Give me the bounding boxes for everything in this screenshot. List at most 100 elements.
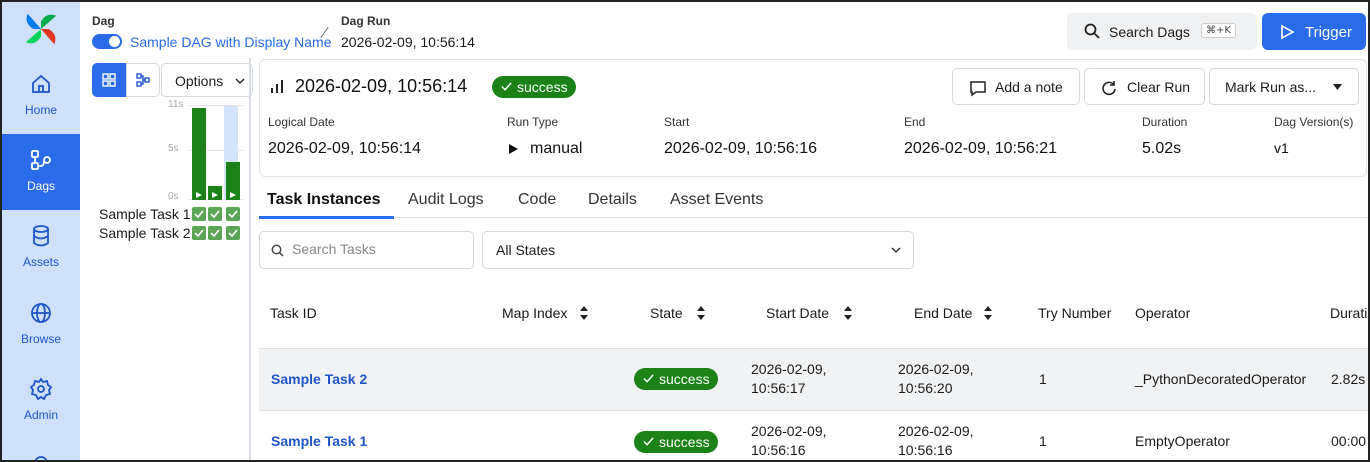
globe-icon bbox=[31, 303, 51, 323]
column-header-end-date[interactable]: End Date bbox=[914, 305, 972, 321]
sort-icon[interactable] bbox=[696, 305, 706, 321]
check-icon bbox=[210, 210, 220, 219]
start-time-line: 10:56:16 bbox=[751, 442, 806, 458]
start-date-line: 2026-02-09, bbox=[751, 361, 827, 377]
task-state-badge: success bbox=[634, 368, 718, 390]
column-header-state[interactable]: State bbox=[650, 305, 683, 321]
meta-version-label: Dag Version(s) bbox=[1274, 115, 1354, 129]
task-instance-cell[interactable] bbox=[192, 226, 206, 240]
breadcrumb-run-label: Dag Run bbox=[341, 14, 391, 28]
task-instance-cell[interactable] bbox=[226, 226, 240, 240]
task-state-text: success bbox=[659, 434, 710, 450]
chevron-down-icon bbox=[235, 78, 245, 85]
nav-dags[interactable]: Dags bbox=[2, 134, 80, 210]
sort-icon[interactable] bbox=[579, 305, 589, 321]
breadcrumb-dag-link[interactable]: Sample DAG with Display Name bbox=[130, 34, 332, 50]
caret-down-icon bbox=[1333, 84, 1342, 90]
search-tasks-field[interactable] bbox=[259, 231, 474, 269]
nav-home-label: Home bbox=[24, 103, 57, 117]
end-time-line: 10:56:16 bbox=[898, 442, 953, 458]
operator-cell: _PythonDecoratedOperator bbox=[1135, 371, 1307, 387]
tabs-baseline bbox=[259, 217, 1368, 218]
refresh-icon bbox=[1102, 81, 1116, 96]
task-instance-cell[interactable] bbox=[208, 207, 222, 221]
column-header-task-id[interactable]: Task ID bbox=[270, 305, 317, 321]
tab-details[interactable]: Details bbox=[588, 191, 637, 209]
column-header-start-date[interactable]: Start Date bbox=[766, 305, 829, 321]
grid-view-button[interactable] bbox=[92, 63, 126, 97]
search-icon bbox=[1084, 23, 1100, 39]
trigger-label: Trigger bbox=[1305, 24, 1352, 41]
column-header-duration[interactable]: Durati bbox=[1330, 305, 1367, 321]
app-window: Home Dags Assets Browse Admin Dag Sample… bbox=[0, 0, 1370, 462]
database-icon bbox=[33, 225, 49, 247]
run-title: 2026-02-09, 10:56:14 bbox=[295, 76, 468, 96]
meta-version: v1 bbox=[1274, 140, 1289, 156]
grid-task-name[interactable]: Sample Task 1 bbox=[99, 206, 191, 222]
play-icon bbox=[1281, 24, 1295, 40]
search-shortcut: ⌘+K bbox=[1201, 23, 1236, 38]
nav-assets[interactable]: Assets bbox=[2, 210, 80, 286]
options-dropdown[interactable]: Options bbox=[161, 63, 253, 97]
nav-admin[interactable]: Admin bbox=[2, 363, 80, 439]
dag-pause-toggle[interactable] bbox=[92, 34, 122, 49]
manual-run-icon bbox=[230, 192, 236, 198]
nav-browse-label: Browse bbox=[20, 332, 61, 346]
duration-cell: 00:00 bbox=[1331, 433, 1367, 449]
task-instance-cell[interactable] bbox=[226, 207, 240, 221]
operator-cell: EmptyOperator bbox=[1135, 433, 1230, 449]
mark-run-as-dropdown[interactable]: Mark Run as... bbox=[1209, 68, 1359, 105]
manual-run-icon bbox=[212, 192, 218, 198]
run-duration-bar[interactable] bbox=[208, 186, 222, 200]
end-time-line: 10:56:20 bbox=[898, 380, 953, 396]
run-state-text: success bbox=[517, 79, 568, 95]
manual-play-icon bbox=[509, 144, 518, 154]
task-instance-cell[interactable] bbox=[192, 207, 206, 221]
check-icon bbox=[643, 374, 654, 383]
meta-duration: 5.02s bbox=[1142, 140, 1182, 157]
task-id-link[interactable]: Sample Task 2 bbox=[271, 371, 367, 387]
search-tasks-input[interactable] bbox=[292, 241, 462, 257]
add-note-button[interactable]: Add a note bbox=[952, 68, 1080, 105]
trigger-button[interactable]: Trigger bbox=[1262, 13, 1366, 50]
task-id-link[interactable]: Sample Task 1 bbox=[271, 433, 367, 449]
nav-assets-label: Assets bbox=[22, 255, 59, 269]
end-date-line: 2026-02-09, bbox=[898, 423, 974, 439]
check-icon bbox=[501, 82, 512, 91]
column-header-try-number[interactable]: Try Number bbox=[1038, 305, 1111, 321]
meta-end: 2026-02-09, 10:56:21 bbox=[904, 140, 1058, 157]
graph-view-button[interactable] bbox=[126, 63, 160, 97]
airflow-logo-icon[interactable] bbox=[22, 10, 60, 48]
clear-run-button[interactable]: Clear Run bbox=[1084, 68, 1205, 105]
bar-chart-icon bbox=[271, 80, 283, 93]
more-nav-icon[interactable] bbox=[32, 454, 50, 462]
state-filter-select[interactable]: All States bbox=[482, 231, 914, 269]
y-tick: 0s bbox=[168, 191, 179, 202]
task-state-badge: success bbox=[634, 431, 718, 453]
search-dags-button[interactable]: Search Dags ⌘+K bbox=[1067, 13, 1257, 50]
nav-browse[interactable]: Browse bbox=[2, 287, 80, 363]
run-duration-bar[interactable] bbox=[192, 108, 206, 200]
duration-cell: 2.82s bbox=[1331, 371, 1366, 387]
sort-icon[interactable] bbox=[843, 305, 853, 321]
grid-task-name[interactable]: Sample Task 2 bbox=[99, 225, 191, 241]
tab-asset-events[interactable]: Asset Events bbox=[670, 191, 763, 209]
end-date-line: 2026-02-09, bbox=[898, 361, 974, 377]
active-tab-indicator bbox=[259, 216, 394, 219]
left-nav: Home Dags Assets Browse Admin bbox=[2, 2, 80, 462]
panel-divider[interactable] bbox=[249, 58, 251, 460]
nav-home[interactable]: Home bbox=[2, 58, 80, 134]
column-header-operator[interactable]: Operator bbox=[1135, 305, 1190, 321]
meta-logical-date-label: Logical Date bbox=[268, 115, 335, 129]
run-duration-bar[interactable] bbox=[226, 162, 240, 200]
toggle-knob bbox=[109, 36, 120, 47]
chevron-down-icon bbox=[891, 247, 901, 253]
task-instance-cell[interactable] bbox=[208, 226, 222, 240]
sort-icon[interactable] bbox=[983, 305, 993, 321]
tab-audit-logs[interactable]: Audit Logs bbox=[408, 191, 484, 209]
column-header-map-index[interactable]: Map Index bbox=[502, 305, 567, 321]
tab-code[interactable]: Code bbox=[518, 191, 556, 209]
add-note-label: Add a note bbox=[995, 79, 1063, 95]
meta-start-label: Start bbox=[664, 115, 690, 129]
tab-task-instances[interactable]: Task Instances bbox=[267, 191, 381, 209]
